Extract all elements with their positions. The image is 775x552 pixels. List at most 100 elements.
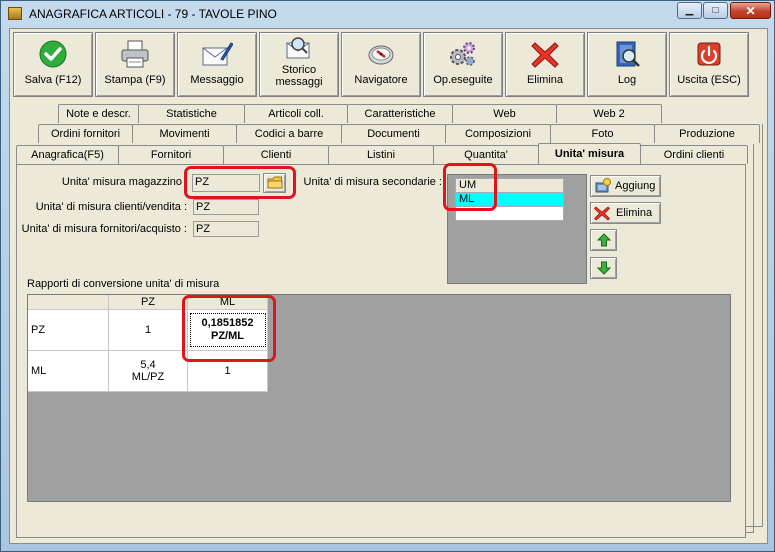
envelope-pen-icon xyxy=(201,38,233,70)
tab-label: Ordini clienti xyxy=(663,149,725,161)
tab-label: Unita' misura xyxy=(554,148,625,160)
window-title: ANAGRAFICA ARTICOLI - 79 - TAVOLE PINO xyxy=(29,7,277,21)
tab-row-1: Note e descr. Statistiche Articoli coll.… xyxy=(58,104,662,123)
grid-row-header: PZ xyxy=(28,310,109,351)
tab-page-unita-misura: Unita' misura magazzino PZ Unita' di mis… xyxy=(16,163,746,538)
arrow-down-icon xyxy=(596,261,611,275)
gears-icon xyxy=(447,38,479,70)
exit-button-label: Uscita (ESC) xyxy=(677,74,741,86)
tab-label: Quantita' xyxy=(464,149,508,161)
tab-articoli-coll[interactable]: Articoli coll. xyxy=(244,104,348,123)
tab-anagrafica[interactable]: Anagrafica(F5) xyxy=(16,145,119,164)
navigator-button-label: Navigatore xyxy=(354,74,408,86)
add-unit-button[interactable]: Aggiung xyxy=(590,175,661,197)
maximize-button[interactable]: □ xyxy=(703,2,728,19)
app-box-icon xyxy=(8,7,22,20)
app-window: ANAGRAFICA ARTICOLI - 79 - TAVOLE PINO ▁… xyxy=(0,0,775,552)
tab-unita-misura[interactable]: Unita' misura xyxy=(538,143,641,164)
fornitori-label: Unita' di misura fornitori/acquisto : xyxy=(21,223,187,235)
tab-label: Produzione xyxy=(679,128,735,140)
message-button-label: Messaggio xyxy=(190,74,244,86)
tab-label: Composizioni xyxy=(464,128,532,140)
navigator-button[interactable]: Navigatore xyxy=(341,32,421,97)
tab-caratteristiche[interactable]: Caratteristiche xyxy=(347,104,453,123)
fornitori-field[interactable]: PZ xyxy=(193,221,259,237)
toolbar: Salva (F12) Stampa (F9) Messaggio Storic… xyxy=(13,32,749,97)
tab-quantita[interactable]: Quantita' xyxy=(433,145,539,164)
envelope-search-icon xyxy=(283,36,315,62)
minimize-button[interactable]: ▁ xyxy=(677,2,702,19)
operations-done-button-label: Op.eseguite xyxy=(433,74,493,86)
tab-label: Web 2 xyxy=(593,108,625,120)
delete-button-label: Elimina xyxy=(526,74,564,86)
book-search-icon xyxy=(611,38,643,70)
conversion-grid[interactable]: PZ ML PZ 1 0,1851852 PZ/ML ML 5,4 ML/PZ … xyxy=(27,294,731,502)
tab-row-3: Anagrafica(F5) Fornitori Clienti Listini… xyxy=(16,143,748,164)
secondarie-label: Unita' di misura secondarie : xyxy=(303,176,442,188)
tab-fornitori[interactable]: Fornitori xyxy=(118,145,224,164)
delete-button[interactable]: Elimina xyxy=(505,32,585,97)
tab-label: Note e descr. xyxy=(66,108,131,120)
save-button[interactable]: Salva (F12) xyxy=(13,32,93,97)
printer-icon xyxy=(119,38,151,70)
tab-ordini-fornitori[interactable]: Ordini fornitori xyxy=(38,124,133,143)
red-x-icon xyxy=(529,38,561,70)
tab-statistiche[interactable]: Statistiche xyxy=(138,104,245,123)
tab-label: Foto xyxy=(591,128,614,140)
check-icon xyxy=(37,38,69,70)
message-history-button-label: Storico messaggi xyxy=(275,64,323,88)
magazzino-label: Unita' misura magazzino xyxy=(61,176,182,188)
tab-codici-barre[interactable]: Codici a barre xyxy=(236,124,342,143)
move-down-button[interactable] xyxy=(590,257,617,279)
tab-foto[interactable]: Foto xyxy=(550,124,655,143)
operations-done-button[interactable]: Op.eseguite xyxy=(423,32,503,97)
compass-icon xyxy=(365,38,397,70)
clienti-label: Unita' di misura clienti/vendita : xyxy=(35,201,187,213)
tab-row-2: Ordini fornitori Movimenti Codici a barr… xyxy=(38,124,760,143)
tab-produzione[interactable]: Produzione xyxy=(654,124,760,143)
highlight-magazzino xyxy=(184,166,296,199)
log-button[interactable]: Log xyxy=(587,32,667,97)
close-icon: ✕ xyxy=(745,3,756,18)
tab-documenti[interactable]: Documenti xyxy=(341,124,446,143)
tab-label: Movimenti xyxy=(159,128,210,140)
red-x-icon xyxy=(594,206,610,221)
tab-label: Articoli coll. xyxy=(268,108,324,120)
conversion-title: Rapporti di conversione unita' di misura xyxy=(27,278,220,290)
add-unit-label: Aggiung xyxy=(615,180,656,192)
tab-label: Documenti xyxy=(367,128,420,140)
tab-web[interactable]: Web xyxy=(452,104,557,123)
tab-label: Fornitori xyxy=(150,149,192,161)
move-up-button[interactable] xyxy=(590,229,617,251)
tab-web2[interactable]: Web 2 xyxy=(556,104,662,123)
message-button[interactable]: Messaggio xyxy=(177,32,257,97)
print-button-label: Stampa (F9) xyxy=(104,74,166,86)
clienti-field[interactable]: PZ xyxy=(193,199,259,215)
tab-composizioni[interactable]: Composizioni xyxy=(445,124,551,143)
grid-row-header: ML xyxy=(28,351,109,392)
tab-label: Anagrafica(F5) xyxy=(31,149,104,161)
highlight-secondary-list xyxy=(443,163,497,211)
message-history-button[interactable]: Storico messaggi xyxy=(259,32,339,97)
delete-unit-button[interactable]: Elimina xyxy=(590,202,661,224)
grid-cell[interactable]: 1 xyxy=(109,310,188,351)
client-area: Salva (F12) Stampa (F9) Messaggio Storic… xyxy=(9,28,768,544)
tab-ordini-clienti[interactable]: Ordini clienti xyxy=(640,145,748,164)
add-icon xyxy=(595,178,611,193)
grid-cell[interactable]: 5,4 ML/PZ xyxy=(109,351,188,392)
print-button[interactable]: Stampa (F9) xyxy=(95,32,175,97)
tab-label: Codici a barre xyxy=(254,128,324,140)
save-button-label: Salva (F12) xyxy=(24,74,82,86)
minimize-icon: ▁ xyxy=(685,5,694,16)
close-button[interactable]: ✕ xyxy=(730,2,771,19)
log-button-label: Log xyxy=(617,74,637,86)
tab-movimenti[interactable]: Movimenti xyxy=(132,124,237,143)
exit-button[interactable]: Uscita (ESC) xyxy=(669,32,749,97)
delete-unit-label: Elimina xyxy=(616,207,653,219)
tab-clienti[interactable]: Clienti xyxy=(223,145,329,164)
tab-note[interactable]: Note e descr. xyxy=(58,104,139,123)
tab-label: Clienti xyxy=(260,149,292,161)
grid-column-header: PZ xyxy=(109,295,188,310)
arrow-up-icon xyxy=(596,233,611,247)
tab-listini[interactable]: Listini xyxy=(328,145,434,164)
